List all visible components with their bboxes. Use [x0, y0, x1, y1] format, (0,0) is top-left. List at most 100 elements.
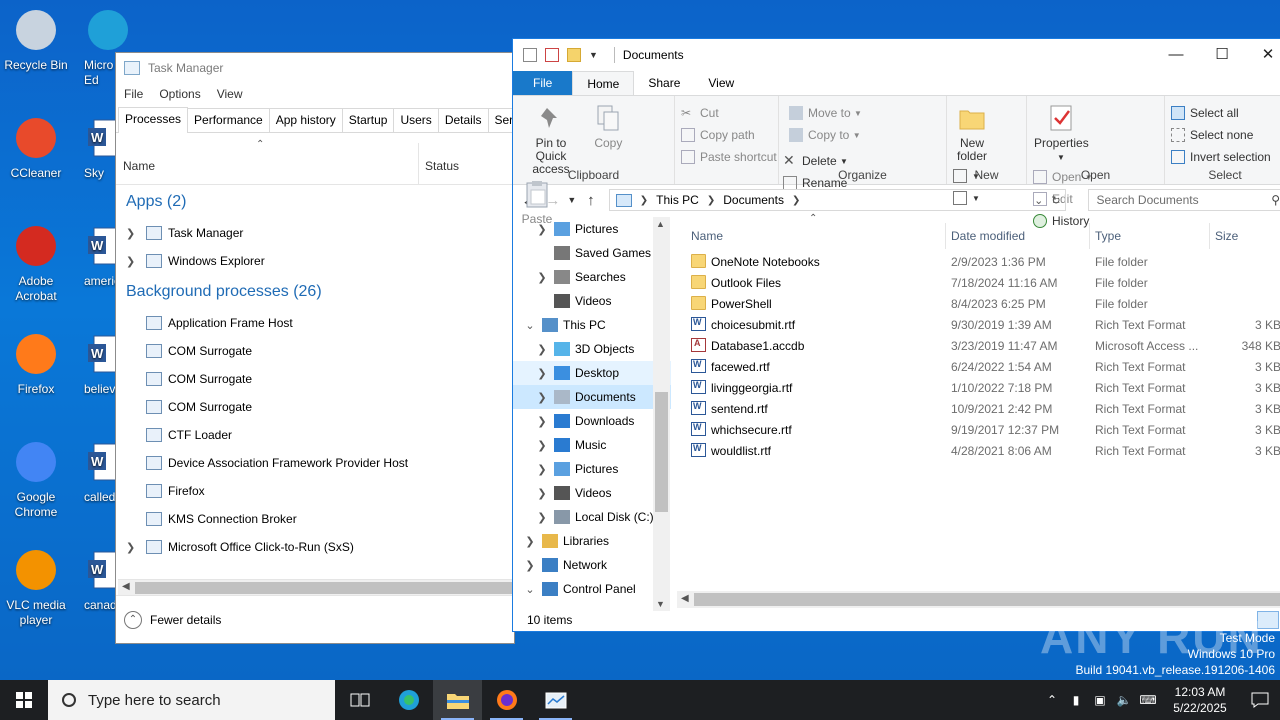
nav-expand-chevron-icon[interactable]: ❯	[535, 271, 549, 284]
file-row[interactable]: whichsecure.rtf 9/19/2017 12:37 PM Rich Te…	[677, 419, 1280, 440]
breadcrumb-arrow-icon[interactable]: ❯	[792, 195, 800, 206]
breadcrumb-arrow-icon[interactable]: ❯	[707, 195, 715, 206]
menu-options[interactable]: Options	[159, 87, 200, 101]
taskbar-task-manager[interactable]	[531, 680, 580, 720]
start-button[interactable]	[0, 680, 48, 720]
file-row[interactable]: sentend.rtf 10/9/2021 2:42 PM Rich Text Fo…	[677, 398, 1280, 419]
nav-expand-chevron-icon[interactable]: ❯	[523, 535, 537, 548]
speaker-icon[interactable]: 🔈	[1112, 693, 1136, 707]
file-row[interactable]: facewed.rtf 6/24/2022 1:54 AM Rich Text Fo…	[677, 356, 1280, 377]
fewer-details-button[interactable]: Fewer details	[150, 613, 221, 627]
close-icon[interactable]: ✕	[1245, 39, 1280, 71]
new-folder-quick-icon[interactable]	[567, 48, 581, 62]
paste-shortcut-button[interactable]: Paste shortcut	[681, 146, 777, 168]
new-folder-button[interactable]: New folder	[954, 100, 990, 163]
nav-scrollbar[interactable]: ▲ ▼	[653, 217, 670, 611]
collapse-chevron-icon[interactable]: ⌃	[124, 610, 142, 629]
copy-path-button[interactable]: Copy path	[681, 124, 777, 146]
address-dropdown-icon[interactable]: ⌄	[1034, 194, 1043, 207]
expand-chevron-icon[interactable]: ❯	[126, 541, 146, 554]
nav-expand-chevron-icon[interactable]: ❯	[535, 463, 549, 476]
process-row[interactable]: COM Surrogate	[116, 337, 514, 365]
nav-expand-chevron-icon[interactable]: ❯	[535, 391, 549, 404]
process-row[interactable]: Firefox	[116, 477, 514, 505]
breadcrumb-this-pc[interactable]: This PC	[656, 193, 699, 207]
refresh-icon[interactable]: ↻	[1051, 194, 1060, 207]
column-size[interactable]: Size	[1215, 229, 1238, 243]
desktop-icon[interactable]: Wbelieve	[68, 330, 123, 397]
nav-item[interactable]: Saved Games	[513, 241, 671, 265]
column-type[interactable]: Type	[1095, 229, 1121, 243]
clock[interactable]: 12:03 AM 5/22/2025	[1160, 684, 1240, 716]
nav-item[interactable]: ❯ Libraries	[513, 529, 671, 553]
scroll-up-icon[interactable]: ▲	[656, 219, 665, 229]
nav-expand-chevron-icon[interactable]: ⌄	[523, 319, 537, 332]
desktop-icon[interactable]: Adobe Acrobat	[0, 222, 72, 304]
navigation-pane[interactable]: ❯ Pictures Saved Games ❯ Searches Videos ⌄ This…	[513, 217, 671, 611]
nav-expand-chevron-icon[interactable]: ❯	[535, 439, 549, 452]
column-name[interactable]: Name	[691, 229, 723, 243]
keyboard-icon[interactable]: ⌨	[1136, 693, 1160, 707]
column-status[interactable]: Status	[425, 159, 459, 173]
network-icon[interactable]: ▣	[1088, 693, 1112, 707]
nav-item[interactable]: ⌄ Control Panel	[513, 577, 671, 601]
desktop-icon[interactable]: Wameric	[68, 222, 123, 289]
battery-icon[interactable]: ▮	[1064, 693, 1088, 707]
task-manager-window[interactable]: Task Manager File Options View Processes…	[115, 52, 515, 644]
process-row[interactable]: Application Frame Host	[116, 309, 514, 337]
tab-services[interactable]: Service	[487, 108, 514, 132]
taskbar-search[interactable]: Type here to search	[48, 680, 335, 720]
explorer-titlebar[interactable]: ▼ Documents — ☐ ✕	[513, 39, 1280, 71]
file-row[interactable]: OneNote Notebooks 2/9/2023 1:36 PM File fo…	[677, 251, 1280, 272]
properties-button[interactable]: Properties ▼	[1034, 100, 1089, 164]
nav-item[interactable]: ❯ 3D Objects	[513, 337, 671, 361]
tab-startup[interactable]: Startup	[341, 108, 395, 132]
scroll-left-icon[interactable]: ◀	[122, 581, 130, 592]
process-row[interactable]: ❯ Microsoft Office Click-to-Run (SxS)	[116, 533, 514, 561]
nav-item[interactable]: ❯ Music	[513, 433, 671, 457]
tab-details[interactable]: Details	[437, 108, 489, 132]
maximize-icon[interactable]: ☐	[1199, 39, 1245, 71]
nav-expand-chevron-icon[interactable]: ❯	[523, 559, 537, 572]
tab-file[interactable]: File	[513, 71, 573, 95]
apps-group-header[interactable]: Apps (2)	[116, 185, 514, 219]
customize-dropdown-icon[interactable]: ▼	[589, 50, 598, 60]
tab-processes[interactable]: Processes	[118, 107, 189, 133]
search-box[interactable]: Search Documents ⚲	[1087, 189, 1280, 211]
taskbar-firefox[interactable]	[482, 680, 531, 720]
nav-expand-chevron-icon[interactable]: ❯	[535, 223, 549, 236]
show-hidden-icons-icon[interactable]: ⌃	[1040, 693, 1064, 707]
file-row[interactable]: livinggeorgia.rtf 1/10/2022 7:18 PM Rich T…	[677, 377, 1280, 398]
file-explorer-window[interactable]: ▼ Documents — ☐ ✕ File Home Share View P…	[512, 38, 1280, 632]
desktop-icon[interactable]: Wcanadi	[68, 546, 123, 613]
select-none-button[interactable]: Select none	[1171, 124, 1271, 146]
taskbar-edge[interactable]	[384, 680, 433, 720]
process-row[interactable]: Device Association Framework Provider Ho…	[116, 449, 514, 477]
tab-share[interactable]: Share	[634, 71, 694, 95]
desktop-icon[interactable]: Recycle Bin	[0, 6, 72, 73]
desktop-icon[interactable]: W Sky	[68, 114, 123, 181]
select-all-button[interactable]: Select all	[1171, 102, 1271, 124]
nav-item[interactable]: Videos	[513, 289, 671, 313]
menu-view[interactable]: View	[217, 87, 243, 101]
nav-expand-chevron-icon[interactable]: ❯	[535, 343, 549, 356]
nav-item[interactable]: ❯ Searches	[513, 265, 671, 289]
process-row[interactable]: CTF Loader	[116, 421, 514, 449]
copy-to-button[interactable]: Copy to ▼	[789, 124, 862, 146]
taskbar-file-explorer[interactable]	[433, 680, 482, 720]
up-arrow-icon[interactable]: ↑	[579, 192, 603, 209]
column-date-modified[interactable]: Date modified	[951, 229, 1025, 243]
nav-expand-chevron-icon[interactable]: ❯	[535, 367, 549, 380]
nav-item[interactable]: ❯ Pictures	[513, 457, 671, 481]
nav-item[interactable]: ❯ Local Disk (C:)	[513, 505, 671, 529]
recent-locations-icon[interactable]: ▼	[565, 195, 579, 205]
process-row[interactable]: COM Surrogate	[116, 393, 514, 421]
nav-item[interactable]: ❯ Downloads	[513, 409, 671, 433]
file-row[interactable]: PowerShell 8/4/2023 6:25 PM File folder	[677, 293, 1280, 314]
move-to-button[interactable]: Move to ▼	[789, 102, 862, 124]
minimize-icon[interactable]: —	[1153, 39, 1199, 71]
tab-app-history[interactable]: App history	[268, 108, 343, 132]
file-row[interactable]: Outlook Files 7/18/2024 11:16 AM File fold…	[677, 272, 1280, 293]
nav-item[interactable]: ❯ Pictures	[513, 217, 671, 241]
nav-item[interactable]: ❯ Videos	[513, 481, 671, 505]
